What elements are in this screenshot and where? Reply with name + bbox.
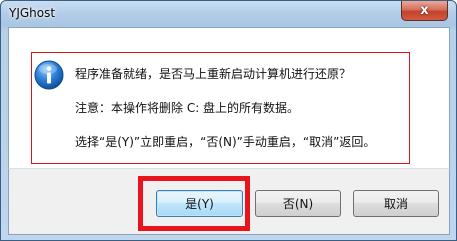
close-button[interactable]: x bbox=[401, 1, 448, 21]
message-line-1: 程序准备就绪，是否马上重新启动计算机进行还原？ bbox=[75, 67, 352, 81]
close-icon: x bbox=[420, 3, 429, 18]
highlight-box bbox=[138, 176, 250, 231]
message-line-2: 注意：本操作将删除 C: 盘上的所有数据。 bbox=[75, 101, 300, 115]
title-bar[interactable]: YJGhost x bbox=[1, 1, 456, 27]
cancel-button[interactable]: 取消 bbox=[353, 190, 439, 217]
no-button[interactable]: 否(N) bbox=[255, 190, 341, 217]
window-title: YJGhost bbox=[9, 6, 56, 20]
message-line-3: 选择“是(Y)”立即重启，“否(N)”手动重启，“取消”返回。 bbox=[75, 135, 376, 149]
info-icon bbox=[34, 60, 64, 90]
